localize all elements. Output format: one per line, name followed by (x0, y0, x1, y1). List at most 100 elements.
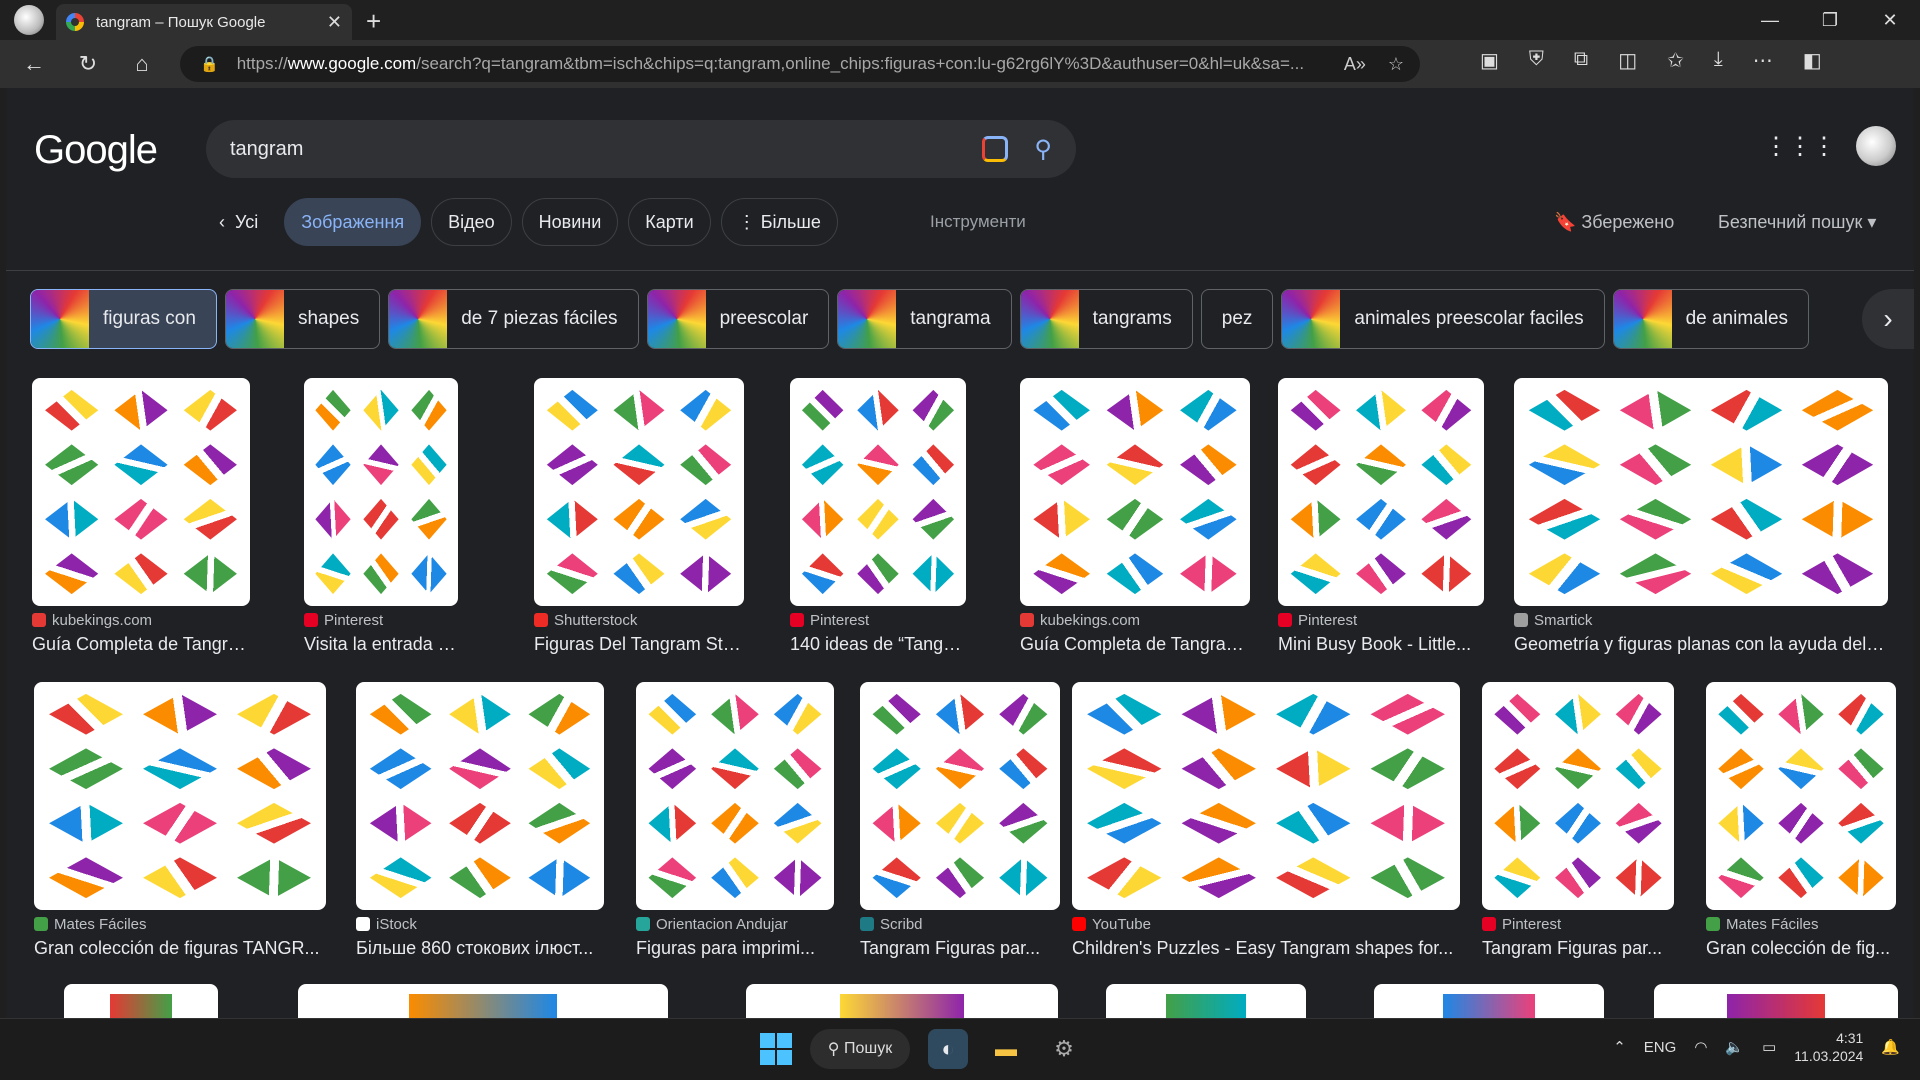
result-title[interactable]: Figuras Del Tangram Stoc... (534, 634, 744, 655)
chip-de-animales[interactable]: de animales (1612, 289, 1810, 349)
result-thumbnail[interactable] (1482, 682, 1674, 910)
clock[interactable]: 4:31 11.03.2024 (1794, 1029, 1863, 1065)
result-title[interactable]: Gran colección de figuras TANGR... (34, 938, 326, 959)
tab-all[interactable]: ‹ Усі (211, 198, 274, 246)
result-source[interactable]: Mates Fáciles (34, 916, 147, 933)
tools-button[interactable]: Інструменти (930, 212, 1026, 232)
volume-icon[interactable]: 🔈 (1725, 1038, 1744, 1056)
image-result-row3-1[interactable] (64, 984, 218, 1018)
result-source[interactable]: Scribd (860, 916, 923, 933)
result-thumbnail[interactable] (636, 682, 834, 910)
result-thumbnail[interactable] (790, 378, 966, 606)
result-source[interactable]: Mates Fáciles (1706, 916, 1819, 933)
downloads-icon[interactable]: ⤓ (1714, 48, 1723, 73)
result-source[interactable]: Pinterest (790, 612, 869, 629)
notifications-bell-icon[interactable]: 🔔 (1881, 1038, 1900, 1056)
reload-icon[interactable]: ↻ (68, 51, 108, 77)
account-avatar[interactable] (1856, 126, 1896, 166)
result-thumbnail[interactable] (1072, 682, 1460, 910)
google-lens-icon[interactable] (982, 136, 1009, 162)
favorites-icon[interactable]: ✩ (1667, 48, 1684, 73)
result-thumbnail[interactable] (304, 378, 458, 606)
close-window-icon[interactable]: ✕ (1860, 0, 1920, 40)
minimize-icon[interactable]: — (1740, 0, 1800, 40)
taskbar-search[interactable]: ⚲ Пошук (810, 1029, 910, 1069)
sidebar-icon[interactable]: ◧ (1803, 48, 1822, 73)
result-thumbnail[interactable] (1706, 682, 1896, 910)
tab-videos[interactable]: Відео (431, 198, 512, 246)
result-source[interactable]: Smartick (1514, 612, 1592, 629)
address-bar[interactable]: 🔒 https://www.google.com/search?q=tangra… (180, 46, 1420, 82)
result-title[interactable]: Children's Puzzles - Easy Tangram shapes… (1072, 938, 1460, 959)
back-icon[interactable]: ← (14, 51, 54, 77)
result-thumbnail[interactable] (1514, 378, 1888, 606)
shield-icon[interactable]: ⛨ (1529, 48, 1544, 73)
result-title[interactable]: Figuras para imprimi... (636, 938, 834, 959)
language-indicator[interactable]: ENG (1644, 1039, 1677, 1056)
tab-news[interactable]: Новини (521, 198, 619, 246)
result-title[interactable]: Tangram Figuras par... (860, 938, 1060, 959)
maximize-icon[interactable]: ❐ (1800, 0, 1860, 40)
image-result-row3-2[interactable] (298, 984, 668, 1018)
browser-profile-avatar[interactable] (14, 5, 44, 35)
result-title[interactable]: Guía Completa de Tangram:... (1020, 634, 1250, 655)
search-box[interactable]: tangram ⚲ (206, 120, 1076, 178)
result-title[interactable]: Більше 860 стокових ілюст... (356, 938, 604, 959)
chip-preescolar[interactable]: preescolar (646, 289, 830, 349)
read-aloud-icon[interactable]: A» (1344, 54, 1366, 75)
browser-tab[interactable]: tangram – Пошук Google ✕ (56, 4, 352, 40)
result-thumbnail[interactable] (34, 682, 326, 910)
lock-icon[interactable]: 🔒 (200, 55, 219, 73)
tab-maps[interactable]: Карти (628, 198, 711, 246)
result-title[interactable]: Guía Completa de Tangram:... (32, 634, 250, 655)
saved-button[interactable]: 🔖 Збережено (1554, 212, 1674, 233)
tab-more[interactable]: ⋮ Більше (720, 198, 838, 246)
search-icon[interactable]: ⚲ (1034, 135, 1052, 164)
chip-tangrams[interactable]: tangrams (1019, 289, 1193, 349)
chip-animales-preescolar[interactable]: animales preescolar faciles (1281, 289, 1605, 349)
chips-next-arrow-icon[interactable]: › (1862, 289, 1914, 349)
home-icon[interactable]: ⌂ (122, 51, 162, 77)
result-source[interactable]: YouTube (1072, 916, 1151, 933)
extensions-icon[interactable]: ⧉ (1574, 48, 1588, 73)
result-title[interactable]: Tangram Figuras par... (1482, 938, 1674, 959)
result-thumbnail[interactable] (32, 378, 250, 606)
split-screen-icon[interactable]: ◫ (1618, 48, 1637, 73)
result-source[interactable]: kubekings.com (1020, 612, 1140, 629)
chip-shapes[interactable]: shapes (224, 289, 381, 349)
new-tab-icon[interactable]: + (366, 6, 381, 37)
result-source[interactable]: iStock (356, 916, 417, 933)
edge-browser-icon[interactable]: ◐ (928, 1029, 968, 1069)
result-source[interactable]: Shutterstock (534, 612, 637, 629)
windows-start-icon[interactable] (760, 1033, 792, 1065)
image-result-row3-3[interactable] (746, 984, 1058, 1018)
result-thumbnail[interactable] (860, 682, 1060, 910)
safe-search-button[interactable]: Безпечний пошук ▾ (1718, 212, 1876, 233)
battery-icon[interactable]: ▭ (1762, 1038, 1776, 1056)
favorite-star-icon[interactable]: ☆ (1388, 54, 1404, 75)
result-title[interactable]: Gran colección de fig... (1706, 938, 1896, 959)
google-logo[interactable]: Google (34, 128, 158, 173)
tray-chevron-icon[interactable]: ⌃ (1613, 1038, 1626, 1056)
result-thumbnail[interactable] (534, 378, 744, 606)
result-source[interactable]: Orientacion Andujar (636, 916, 788, 933)
result-source[interactable]: kubekings.com (32, 612, 152, 629)
chip-de-7-piezas[interactable]: de 7 piezas fáciles (388, 289, 639, 349)
close-tab-icon[interactable]: ✕ (327, 12, 342, 33)
result-thumbnail[interactable] (356, 682, 604, 910)
chip-tangrama[interactable]: tangrama (837, 289, 1012, 349)
result-source[interactable]: Pinterest (304, 612, 383, 629)
tab-actions-icon[interactable]: ▣ (1480, 48, 1499, 73)
chip-figuras-con[interactable]: figuras con (30, 289, 217, 349)
result-thumbnail[interactable] (1020, 378, 1250, 606)
result-title[interactable]: 140 ideas de “Tangra... (790, 634, 966, 655)
image-result-row3-5[interactable] (1374, 984, 1604, 1018)
apps-grid-icon[interactable]: ⋮⋮⋮ (1764, 132, 1836, 161)
result-source[interactable]: Pinterest (1482, 916, 1561, 933)
result-title[interactable]: Geometría y figuras planas con la ayuda … (1514, 634, 1888, 655)
more-menu-icon[interactable]: ⋯ (1753, 48, 1773, 73)
settings-gear-icon[interactable]: ⚙ (1044, 1029, 1084, 1069)
tab-images[interactable]: Зображення (284, 198, 422, 246)
file-explorer-icon[interactable]: ▬ (986, 1029, 1026, 1069)
chip-pez[interactable]: pez (1200, 289, 1274, 349)
